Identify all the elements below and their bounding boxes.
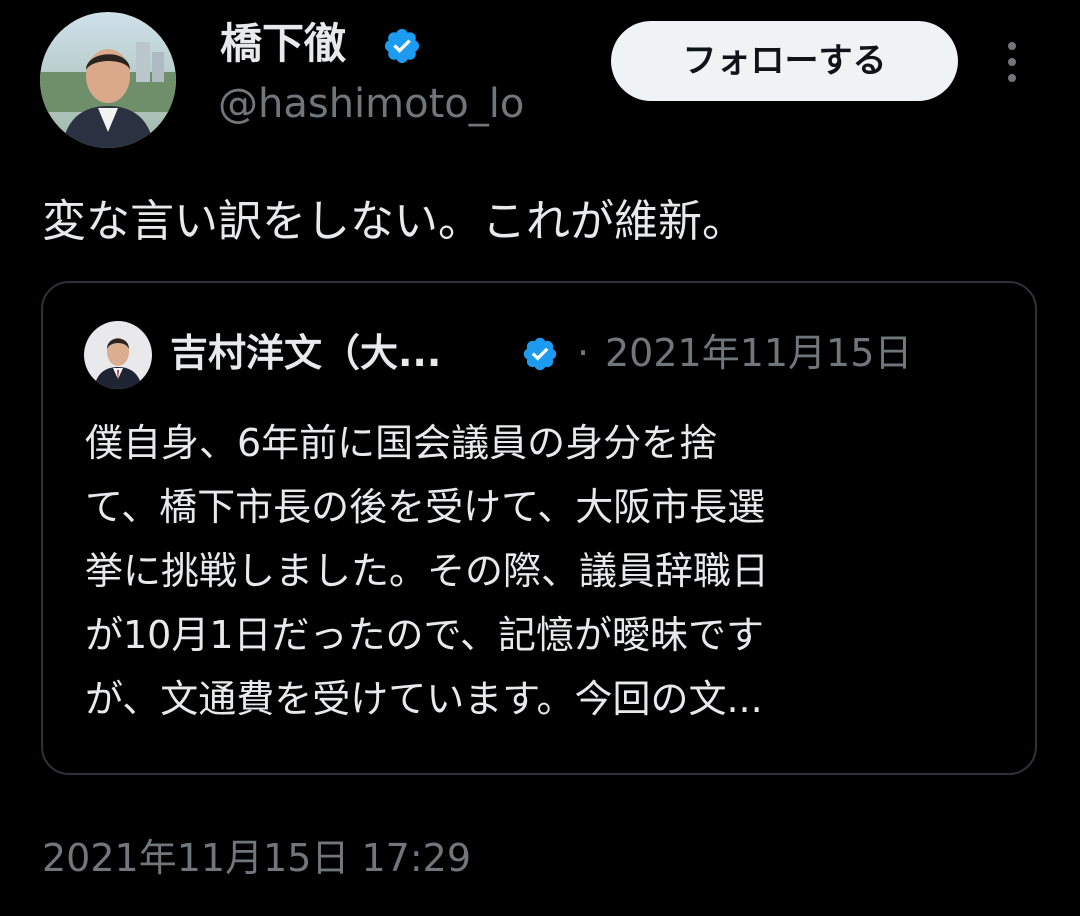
author-handle[interactable]: @hashimoto_lo	[218, 76, 524, 132]
author-display-name[interactable]: 橋下徹	[220, 14, 346, 74]
tweet-text: 変な言い訳をしない。これが維新。	[42, 196, 746, 247]
quoted-text-line: が10月1日だったので、記憶が曖昧です	[85, 613, 765, 657]
person-avatar-icon	[84, 321, 152, 389]
quoted-tweet-card[interactable]: 吉村洋文（大... · 2021年11月15日 僕自身、6年前に国会議員の身分を…	[41, 281, 1037, 775]
quoted-text-line: て、橋下市長の後を受けて、大阪市長選	[85, 485, 766, 529]
author-avatar[interactable]	[40, 12, 176, 148]
quoted-author-avatar	[84, 321, 152, 389]
quoted-separator: ·	[577, 331, 590, 375]
tweet-timestamp[interactable]: 2021年11月15日 17:29	[42, 830, 471, 886]
quoted-tweet-text: 僕自身、6年前に国会議員の身分を捨 て、橋下市長の後を受けて、大阪市長選 挙に挑…	[85, 411, 985, 731]
quoted-text-line: 挙に挑戦しました。その際、議員辞職日	[85, 549, 770, 593]
verified-badge-icon	[521, 335, 559, 373]
quoted-text-line: が、文通費を受けています。今回の文...	[85, 677, 763, 721]
quoted-date: 2021年11月15日	[605, 331, 913, 375]
more-vertical-icon[interactable]	[996, 38, 1028, 86]
quoted-author-name: 吉村洋文（大...	[170, 331, 442, 375]
follow-button[interactable]: フォローする	[611, 21, 958, 101]
quoted-text-line: 僕自身、6年前に国会議員の身分を捨	[85, 421, 718, 465]
verified-badge-icon	[382, 26, 422, 66]
person-avatar-icon	[40, 12, 176, 148]
